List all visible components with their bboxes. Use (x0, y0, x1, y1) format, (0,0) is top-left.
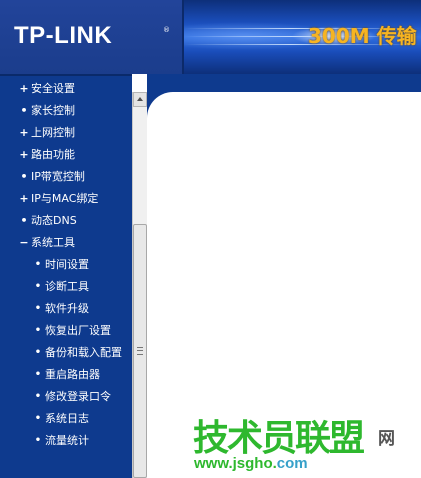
sidebar-item[interactable]: • 诊断工具 (0, 276, 132, 298)
collapse-icon: − (19, 236, 29, 249)
sidebar-item-label: 上网控制 (31, 126, 75, 139)
sidebar-item[interactable]: • IP带宽控制 (0, 166, 132, 188)
header: TP-LINK ® 300M 传输 (0, 0, 421, 74)
sidebar-item-label: 系统工具 (31, 236, 75, 249)
sidebar-item-label: 安全设置 (31, 82, 75, 95)
bullet-icon: • (34, 391, 42, 402)
sidebar-item-label: 路由功能 (31, 148, 75, 161)
sidebar-item-label: 家长控制 (31, 104, 75, 117)
bullet-icon: • (34, 281, 42, 292)
logo-area: TP-LINK ® (0, 0, 184, 74)
bullet-icon: • (34, 347, 42, 358)
scroll-grip-icon (137, 347, 143, 355)
bullet-icon: • (34, 259, 42, 270)
sidebar-item-label: 软件升级 (45, 302, 89, 315)
sidebar-item[interactable]: • 软件升级 (0, 298, 132, 320)
sidebar-item-label: 动态DNS (31, 214, 77, 227)
sidebar-item[interactable]: − 系统工具 (0, 232, 132, 254)
sidebar-item[interactable]: • 修改登录口令 (0, 386, 132, 408)
sidebar-item[interactable]: + 路由功能 (0, 144, 132, 166)
bullet-icon: • (34, 369, 42, 380)
sidebar-item[interactable]: • 动态DNS (0, 210, 132, 232)
expand-icon: + (19, 148, 29, 161)
sidebar-item[interactable]: + IP与MAC绑定 (0, 188, 132, 210)
router-admin-window: TP-LINK ® 300M 传输 + 安全设置 • 家长控制 + 上网控制 + 路由功能 • I… (0, 0, 421, 478)
sidebar-item[interactable]: • 时间设置 (0, 254, 132, 276)
sidebar-item[interactable]: • 恢复出厂设置 (0, 320, 132, 342)
sidebar-item[interactable]: • 家长控制 (0, 100, 132, 122)
sidebar-item-label: IP与MAC绑定 (31, 192, 99, 205)
expand-icon: + (19, 192, 29, 205)
expand-icon: + (19, 126, 29, 139)
sidebar-item-label: 时间设置 (45, 258, 89, 271)
watermark-title: 技术员联盟 (193, 418, 365, 459)
sidebar-item[interactable]: + 上网控制 (0, 122, 132, 144)
bullet-icon: • (34, 413, 42, 424)
bullet-icon: • (34, 325, 42, 336)
sidebar-item[interactable]: • 备份和载入配置 (0, 342, 132, 364)
scroll-thumb[interactable] (133, 224, 147, 478)
tp-link-logo: TP-LINK (14, 22, 113, 49)
watermark-url-main: www.jsgho. (194, 455, 277, 472)
registered-mark: ® (163, 26, 170, 34)
sidebar-item[interactable]: • 流量统计 (0, 430, 132, 452)
bullet-icon: • (34, 435, 42, 446)
sidebar-item-label: IP带宽控制 (31, 170, 85, 183)
sidebar-item-label: 诊断工具 (45, 280, 89, 293)
sidebar-item-label: 修改登录口令 (45, 390, 111, 403)
bullet-icon: • (34, 303, 42, 314)
watermark-url-tld: com (276, 455, 308, 472)
sidebar-scrollbar[interactable] (132, 92, 147, 478)
sidebar-item-label: 备份和载入配置 (45, 346, 122, 359)
watermark-url: www.jsgho.com (194, 455, 308, 472)
sidebar-menu: + 安全设置 • 家长控制 + 上网控制 + 路由功能 • IP带宽控制 + IP与MAC绑定 • 动态D… (0, 82, 132, 452)
sidebar-nav: + 安全设置 • 家长控制 + 上网控制 + 路由功能 • IP带宽控制 + IP与MAC绑定 • 动态D… (0, 74, 132, 478)
sidebar-item-label: 恢复出厂设置 (45, 324, 111, 337)
sidebar-item[interactable]: • 系统日志 (0, 408, 132, 430)
sidebar-item-label: 重启路由器 (45, 368, 100, 381)
scroll-up-arrow-icon[interactable] (133, 92, 147, 107)
sidebar-item[interactable]: • 重启路由器 (0, 364, 132, 386)
watermark-net: 网 (378, 429, 395, 449)
sidebar-item-label: 系统日志 (45, 412, 89, 425)
bullet-icon: • (20, 214, 28, 227)
banner-title: 300M 传输 (308, 24, 417, 48)
sidebar-item[interactable]: + 安全设置 (0, 78, 132, 100)
bullet-icon: • (20, 170, 28, 183)
sidebar-item-label: 流量统计 (45, 434, 89, 447)
bullet-icon: • (20, 104, 28, 117)
header-banner: 300M 传输 (184, 0, 421, 74)
expand-icon: + (19, 82, 29, 95)
